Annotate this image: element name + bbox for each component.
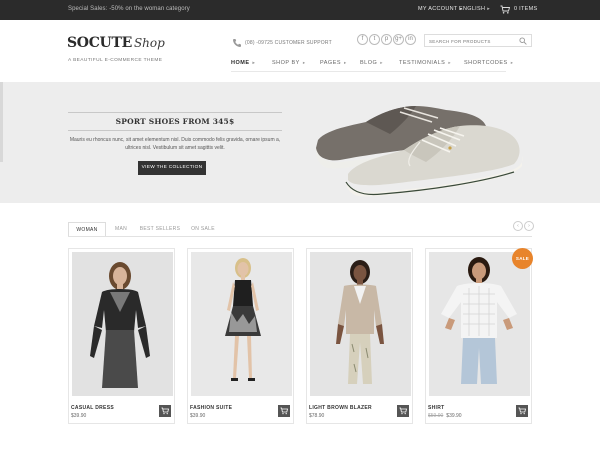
nav-item-blog[interactable]: BLOG ▸ — [360, 60, 383, 66]
add-to-cart-button[interactable] — [397, 405, 409, 417]
add-to-cart-button[interactable] — [159, 405, 171, 417]
nav-item-home[interactable]: HOME ▸ — [231, 60, 255, 66]
nav-label: PAGES — [320, 60, 342, 66]
nav-item-testimonials[interactable]: TESTIMONIALS ▸ — [399, 60, 451, 66]
tab-on-sale[interactable]: ON SALE — [186, 222, 220, 237]
hero-edge — [0, 82, 3, 162]
product-card[interactable]: CASUAL DRESS $39.90 — [68, 248, 175, 424]
price-value: $39.90 — [190, 413, 206, 419]
previous-arrow-icon[interactable]: ‹ — [513, 221, 523, 231]
nav-item-shortcodes[interactable]: SHORTCODES ▸ — [464, 60, 513, 66]
cart-icon — [399, 407, 407, 415]
chevron-down-icon: ▸ — [380, 60, 384, 65]
product-image[interactable] — [191, 252, 292, 396]
product-name[interactable]: SHIRT — [428, 405, 445, 411]
chevron-down-icon: ▸ — [510, 60, 514, 65]
support-text: (08) -09725 CUSTOMER SUPPORT — [245, 40, 332, 46]
product-name[interactable]: CASUAL DRESS — [71, 405, 114, 411]
nav-label: TESTIMONIALS — [399, 60, 446, 66]
sale-badge: SALE — [512, 248, 533, 269]
phone-icon — [233, 39, 241, 47]
logo-main: SOCUTE — [67, 35, 132, 51]
price-value: $78.90 — [309, 413, 325, 419]
google-plus-icon[interactable]: g+ — [393, 34, 404, 45]
next-arrow-icon[interactable]: › — [524, 221, 534, 231]
product-price: $39.90 — [71, 413, 86, 419]
pinterest-icon[interactable]: p — [381, 34, 392, 45]
product-price: $78.90 — [309, 413, 324, 419]
woman-casual-dress-photo — [72, 252, 173, 396]
nav-label: SHOP BY — [272, 60, 300, 66]
search-icon[interactable] — [519, 37, 527, 45]
search-box — [424, 34, 532, 47]
cart-icon — [518, 407, 526, 415]
tagline: A BEAUTIFUL E-COMMERCE THEME — [68, 58, 163, 63]
cart-link[interactable]: 0 ITEMS — [500, 4, 537, 16]
chevron-down-icon: ▸ — [344, 60, 347, 65]
cart-icon — [280, 407, 288, 415]
add-to-cart-button[interactable] — [516, 405, 528, 417]
search-input[interactable] — [429, 38, 514, 45]
product-price: $39.90 — [190, 413, 205, 419]
nav-label: BLOG — [360, 60, 378, 66]
price-value: $39.90 — [71, 413, 87, 419]
product-name[interactable]: LIGHT BROWN BLAZER — [309, 405, 372, 411]
hero-description: Mauris eu rhoncus nunc, sit amet element… — [69, 137, 281, 151]
product-card[interactable]: SHIRT $59.90 $39.90 — [425, 248, 532, 424]
tabs-divider — [68, 236, 532, 237]
product-card[interactable]: LIGHT BROWN BLAZER $78.90 — [306, 248, 413, 424]
hero-banner: SPORT SHOES FROM 345$ Mauris eu rhoncus … — [0, 82, 600, 203]
product-price: $59.90 $39.90 — [428, 413, 462, 419]
woman-fashion-suite-photo — [191, 252, 292, 396]
language-selector[interactable]: ENGLISH ▸ — [459, 6, 490, 12]
sneakers-image — [316, 106, 523, 197]
product-name[interactable]: FASHION SUITE — [190, 405, 232, 411]
tab-best-sellers[interactable]: BEST SELLERS — [138, 222, 182, 237]
nav-label: SHORTCODES — [464, 60, 508, 66]
product-image[interactable] — [429, 252, 530, 396]
nav-item-pages[interactable]: PAGES ▸ — [320, 60, 347, 66]
hero-divider — [68, 112, 282, 113]
top-bar: Special Sales: -50% on the woman categor… — [0, 0, 600, 20]
woman-brown-blazer-photo — [310, 252, 411, 396]
logo[interactable]: SOCUTE Shop — [67, 34, 165, 54]
chevron-down-icon: ▸ — [448, 60, 452, 65]
my-account-link[interactable]: MY ACCOUNT ▸ — [418, 6, 462, 12]
tab-woman[interactable]: WOMAN — [68, 222, 106, 237]
old-price: $59.90 — [428, 413, 444, 419]
add-to-cart-button[interactable] — [278, 405, 290, 417]
hero-divider — [68, 130, 282, 131]
linkedin-icon[interactable]: in — [405, 34, 416, 45]
cart-count: 0 ITEMS — [514, 6, 538, 12]
logo-script: Shop — [133, 36, 165, 50]
cart-icon — [500, 5, 510, 14]
chevron-down-icon: ▸ — [252, 60, 256, 65]
product-card[interactable]: FASHION SUITE $39.90 — [187, 248, 294, 424]
chevron-down-icon: ▸ — [487, 6, 491, 12]
woman-shirt-photo — [429, 252, 530, 396]
hero-title: SPORT SHOES FROM 345$ — [115, 117, 235, 126]
cart-icon — [161, 407, 169, 415]
facebook-icon[interactable]: f — [357, 34, 368, 45]
language-label: ENGLISH — [459, 6, 486, 12]
product-image[interactable] — [310, 252, 411, 396]
price-value: $39.90 — [446, 413, 462, 419]
twitter-icon[interactable]: t — [369, 34, 380, 45]
nav-label: HOME — [231, 60, 250, 66]
tab-man[interactable]: MAN — [108, 222, 134, 237]
nav-item-shop-by[interactable]: SHOP BY ▸ — [272, 60, 306, 66]
chevron-down-icon: ▸ — [302, 60, 306, 65]
my-account-label: MY ACCOUNT — [418, 6, 458, 12]
promo-text: Special Sales: -50% on the woman categor… — [68, 6, 190, 12]
nav-divider — [231, 71, 506, 72]
product-image[interactable] — [72, 252, 173, 396]
view-collection-button[interactable]: VIEW THE COLLECTION — [138, 161, 206, 175]
